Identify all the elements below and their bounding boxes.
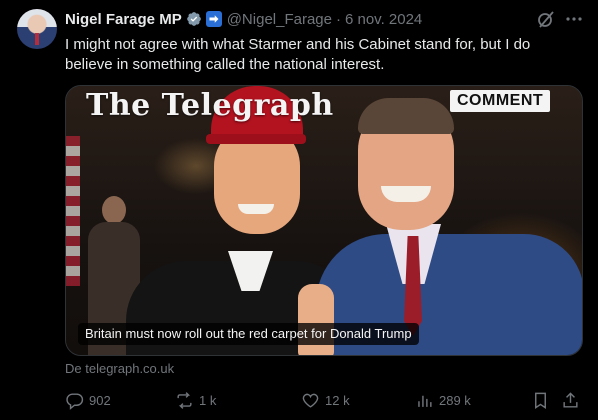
author-name[interactable]: Nigel Farage MP <box>65 11 182 28</box>
verified-badge-icon[interactable] <box>186 11 202 27</box>
flag-image <box>66 136 80 286</box>
author-handle[interactable]: @Nigel_Farage <box>227 11 332 28</box>
tweet-date[interactable]: 6 nov. 2024 <box>345 11 422 28</box>
tweet: Nigel Farage MP @Nigel_Farage · 6 nov. 2… <box>0 0 598 420</box>
link-source[interactable]: De telegraph.co.uk <box>65 361 174 376</box>
tweet-text: I might not agree with what Starmer and … <box>65 36 531 73</box>
bookmark-icon <box>535 392 546 409</box>
views-icon <box>418 395 432 407</box>
link-card-image[interactable]: The Telegraph COMMENT Britain must now r… <box>65 85 583 356</box>
share-button[interactable] <box>561 389 580 411</box>
action-bar: 902 1 k 12 k 289 k <box>65 389 583 411</box>
like-button[interactable]: 12 k <box>301 389 350 411</box>
tweet-header: Nigel Farage MP @Nigel_Farage · 6 nov. 2… <box>65 10 422 28</box>
like-icon <box>302 393 319 408</box>
like-count: 12 k <box>325 392 350 408</box>
affiliation-badge-icon[interactable] <box>205 11 222 27</box>
grok-icon[interactable] <box>536 9 556 29</box>
telegraph-masthead: The Telegraph <box>86 88 334 123</box>
reply-icon <box>66 392 84 410</box>
share-icon <box>563 391 578 408</box>
bookmark-button[interactable] <box>531 389 550 411</box>
views-count: 289 k <box>439 392 471 408</box>
reply-button[interactable]: 902 <box>65 389 111 411</box>
more-icon[interactable] <box>564 9 584 29</box>
repost-icon <box>177 391 192 409</box>
thumbs-up-hand <box>298 284 334 355</box>
views-button[interactable]: 289 k <box>415 389 471 411</box>
repost-button[interactable]: 1 k <box>175 389 216 411</box>
repost-count: 1 k <box>199 392 217 408</box>
reply-count: 902 <box>89 392 111 408</box>
card-caption: Britain must now roll out the red carpet… <box>78 323 419 345</box>
comment-badge: COMMENT <box>450 90 551 112</box>
avatar[interactable] <box>17 9 57 49</box>
separator-dot: · <box>335 10 341 28</box>
